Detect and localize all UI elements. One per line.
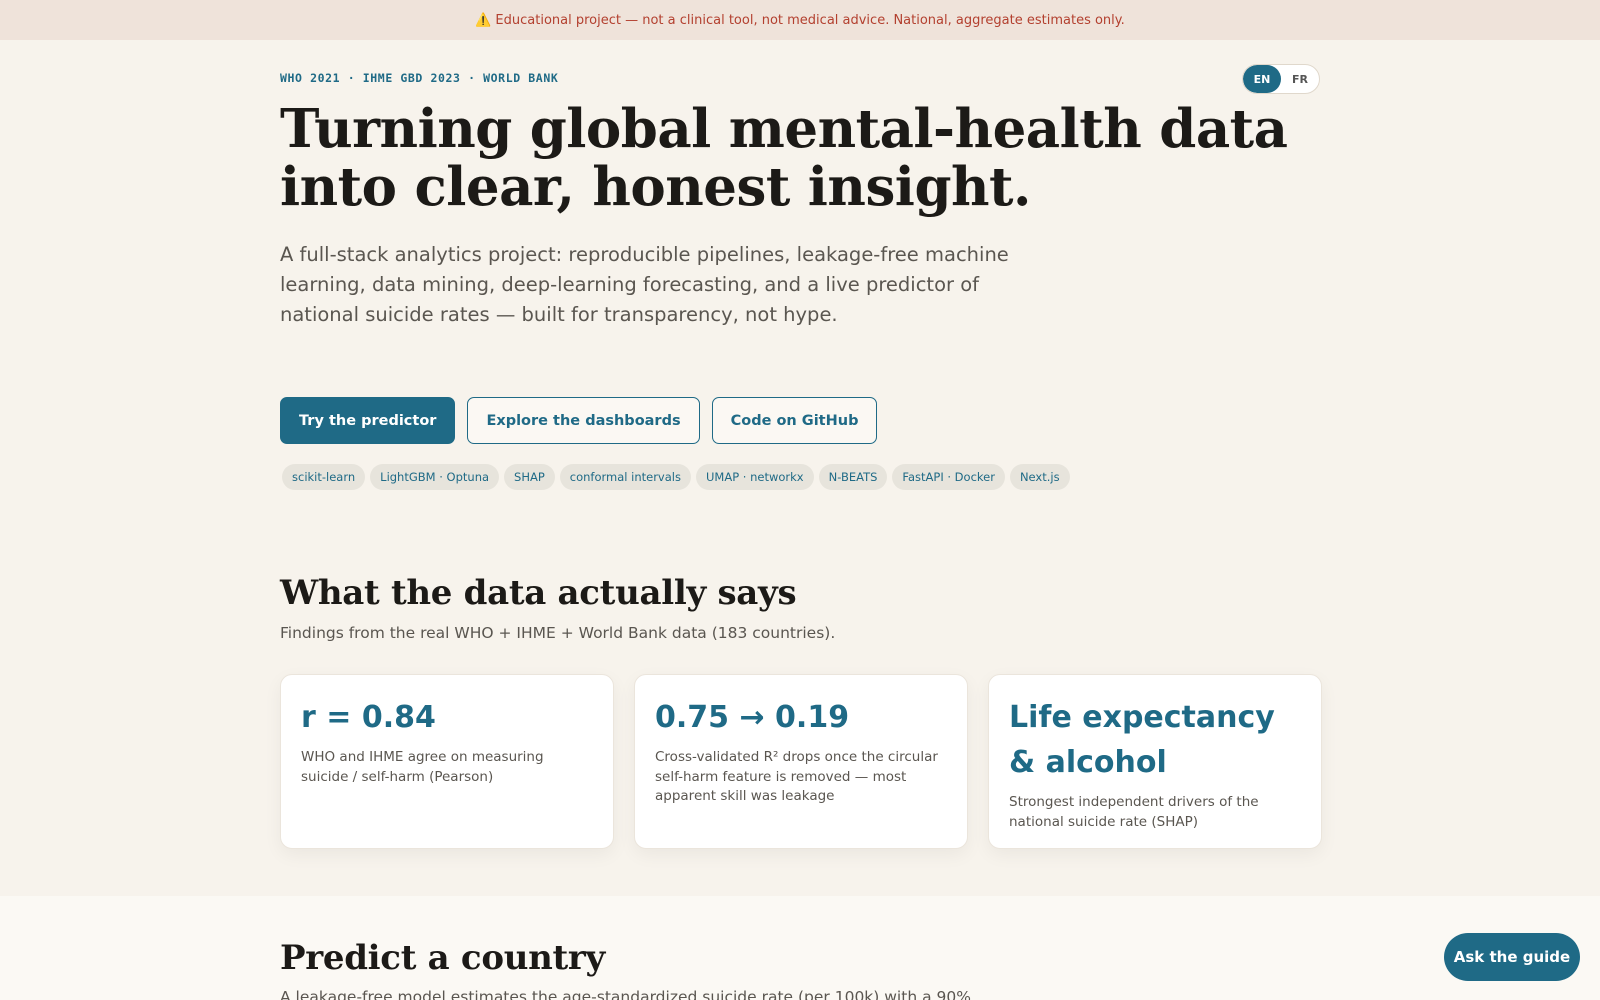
finding-card: 0.75 → 0.19 Cross-validated R² drops onc… [634,674,968,849]
finding-description: Strongest independent drivers of the nat… [1009,794,1259,830]
github-button[interactable]: Code on GitHub [711,397,878,444]
tech-chip: SHAP [504,464,555,490]
predict-lede: A leakage-free model estimates the age-s… [280,988,971,1000]
disclaimer-banner: ⚠️ Educational project — not a clinical … [0,0,1600,40]
tech-chip: N-BEATS [818,464,888,490]
finding-stat: Life expectancy & alcohol [1009,700,1275,780]
tech-chip: conformal intervals [559,464,691,490]
warning-icon: ⚠️ [475,12,492,28]
findings-cards: r = 0.84 WHO and IHME agree on measuring… [280,674,1322,849]
predict-title: Predict a country [280,938,606,978]
data-sources-eyebrow: WHO 2021 · IHME GBD 2023 · WORLD BANK [280,71,559,85]
predict-section: Predict a country A leakage-free model e… [0,896,1600,1000]
cta-group: Try the predictor Explore the dashboards… [280,397,878,444]
tech-chip: FastAPI · Docker [892,464,1005,490]
tech-chip: Next.js [1009,464,1070,490]
findings-subtitle: Findings from the real WHO + IHME + Worl… [280,624,836,642]
finding-card: r = 0.84 WHO and IHME agree on measuring… [280,674,614,849]
findings-title: What the data actually says [280,573,797,613]
tech-chip: scikit-learn [282,464,366,490]
lang-fr-button[interactable]: FR [1281,65,1319,93]
language-toggle[interactable]: EN FR [1242,64,1320,94]
hero-title: Turning global mental-health data into c… [280,98,1288,218]
try-predictor-button[interactable]: Try the predictor [280,397,456,444]
tech-chip: UMAP · networkx [695,464,814,490]
disclaimer-text: Educational project — not a clinical too… [495,12,1125,28]
hero-lede: A full-stack analytics project: reproduc… [280,243,1009,326]
tech-chips: scikit-learn LightGBM · Optuna SHAP conf… [282,464,1070,490]
explore-dashboards-button[interactable]: Explore the dashboards [467,397,700,444]
lang-en-button[interactable]: EN [1243,65,1281,93]
finding-stat: r = 0.84 [301,700,436,735]
finding-description: Cross-validated R² drops once the circul… [655,749,938,804]
ask-guide-button[interactable]: Ask the guide [1444,933,1580,981]
finding-description: WHO and IHME agree on measuring suicide … [301,749,544,785]
finding-card: Life expectancy & alcohol Strongest inde… [988,674,1322,849]
finding-stat: 0.75 → 0.19 [655,700,850,735]
tech-chip: LightGBM · Optuna [370,464,500,490]
